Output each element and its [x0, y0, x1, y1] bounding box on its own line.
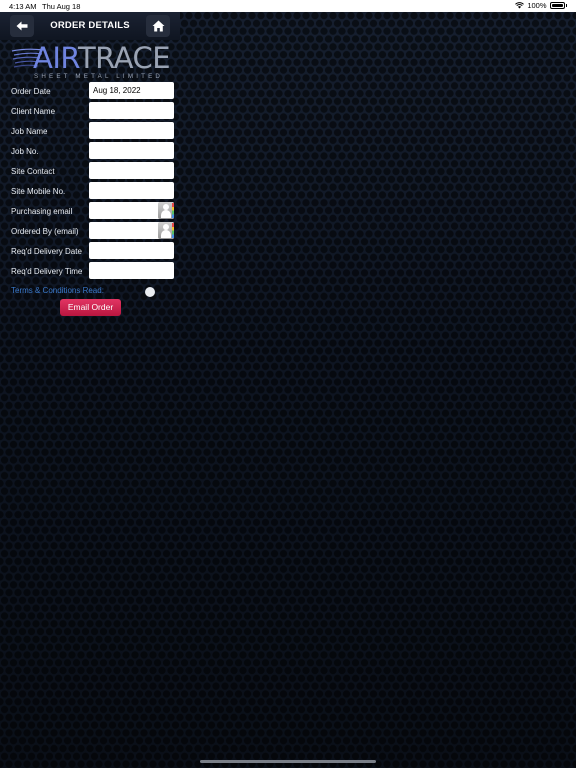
site-contact-field[interactable] — [89, 162, 174, 179]
order-date-field[interactable]: Aug 18, 2022 — [89, 82, 174, 99]
logo-wordmark: AIRTRACE — [33, 41, 171, 75]
nav-bar: ORDER DETAILS — [0, 12, 180, 40]
contact-tabs-icon — [172, 223, 174, 238]
status-date: Thu Aug 18 — [42, 2, 81, 11]
delivery-time-label: Req'd Delivery Time — [11, 267, 83, 276]
terms-toggle[interactable] — [145, 287, 155, 297]
site-mobile-field[interactable] — [89, 182, 174, 199]
purchasing-email-label: Purchasing email — [11, 207, 73, 216]
job-name-label: Job Name — [11, 127, 48, 136]
purchasing-email-field[interactable] — [89, 202, 174, 219]
contact-tabs-icon — [172, 203, 174, 218]
delivery-date-label: Req'd Delivery Date — [11, 247, 82, 256]
client-name-field[interactable] — [89, 102, 174, 119]
job-no-field[interactable] — [89, 142, 174, 159]
contacts-picker-button[interactable] — [158, 222, 174, 239]
logo-tagline: SHEET METAL LIMITED — [34, 73, 164, 80]
ordered-by-field[interactable] — [89, 222, 174, 239]
email-order-button[interactable]: Email Order — [60, 299, 121, 316]
client-name-label: Client Name — [11, 107, 56, 116]
job-name-field[interactable] — [89, 122, 174, 139]
status-time: 4:13 AM — [9, 2, 37, 11]
home-icon — [152, 20, 164, 32]
delivery-time-field[interactable] — [89, 262, 174, 279]
battery-icon — [549, 2, 565, 9]
home-indicator[interactable] — [200, 760, 376, 763]
order-date-label: Order Date — [11, 87, 51, 96]
wifi-icon — [515, 2, 525, 9]
airtrace-logo: AIRTRACE SHEET METAL LIMITED — [12, 44, 172, 82]
battery-percent: 100% — [527, 1, 547, 10]
contact-person-body — [161, 230, 171, 238]
battery-tip — [565, 4, 567, 7]
logo-air: AIR — [33, 41, 78, 75]
contacts-picker-button[interactable] — [158, 202, 174, 219]
delivery-date-field[interactable] — [89, 242, 174, 259]
ordered-by-label: Ordered By (email) — [11, 227, 79, 236]
site-mobile-label: Site Mobile No. — [11, 187, 66, 196]
contact-person-body — [161, 210, 171, 218]
logo-trace: TRACE — [77, 41, 171, 75]
terms-link[interactable]: Terms & Conditions Read: — [11, 286, 104, 295]
form-row-delivery-time: Req'd Delivery Time — [0, 262, 180, 284]
home-button[interactable] — [146, 15, 170, 37]
status-indicators: 100% — [515, 1, 567, 10]
status-bar: 4:13 AM Thu Aug 18 100% — [0, 0, 576, 12]
site-contact-label: Site Contact — [11, 167, 55, 176]
job-no-label: Job No. — [11, 147, 39, 156]
